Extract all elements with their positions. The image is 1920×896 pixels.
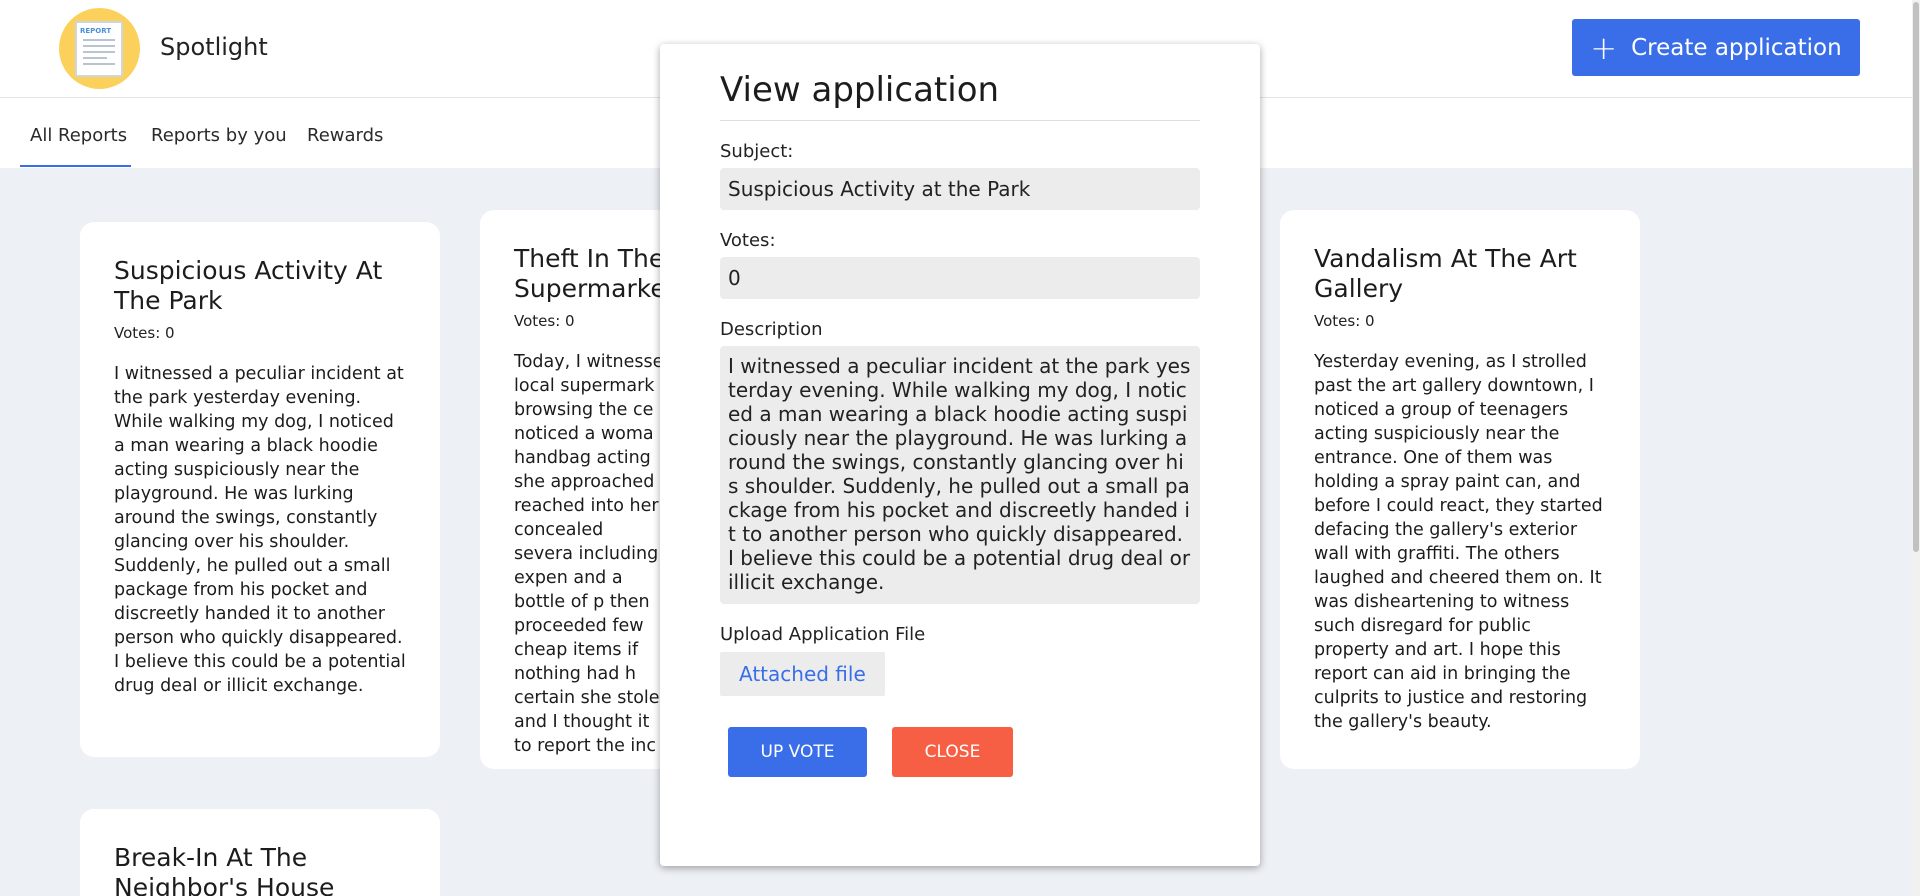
subject-field[interactable]: Suspicious Activity at the Park bbox=[720, 168, 1200, 210]
report-card-description: I witnessed a peculiar incident at the p… bbox=[114, 364, 406, 696]
report-logo-icon[interactable]: REPORT bbox=[59, 8, 140, 89]
report-card-description: Yesterday evening, as I strolled past th… bbox=[1314, 352, 1603, 732]
report-card-description: Today, I witnesse local supermark browsi… bbox=[514, 352, 664, 756]
modal-actions: UP VOTE CLOSE bbox=[728, 727, 1200, 777]
votes-field[interactable]: 0 bbox=[720, 257, 1200, 299]
create-application-label: Create application bbox=[1631, 34, 1842, 61]
plus-icon: + bbox=[1590, 28, 1618, 67]
report-card-votes: Votes: 0 bbox=[114, 324, 175, 342]
scrollbar-thumb[interactable] bbox=[1913, 2, 1919, 552]
report-card-title: Vandalism At The Art Gallery bbox=[1314, 244, 1577, 303]
tab-all-reports[interactable]: All Reports bbox=[30, 125, 127, 146]
upload-file-label: Upload Application File bbox=[720, 624, 926, 645]
tab-rewards[interactable]: Rewards bbox=[307, 125, 383, 146]
modal-title: View application bbox=[720, 70, 1200, 121]
subject-label: Subject: bbox=[720, 141, 794, 162]
report-card[interactable]: Vandalism At The Art Gallery Votes: 0 Ye… bbox=[1280, 210, 1640, 769]
tab-reports-by-you[interactable]: Reports by you bbox=[151, 125, 287, 146]
description-textarea[interactable]: I witnessed a peculiar incident at the p… bbox=[720, 346, 1200, 604]
description-label: Description bbox=[720, 319, 823, 340]
votes-label: Votes: bbox=[720, 230, 776, 251]
report-card-votes: Votes: 0 bbox=[1314, 312, 1375, 330]
report-card[interactable]: Suspicious Activity At The Park Votes: 0… bbox=[80, 222, 440, 757]
close-button[interactable]: CLOSE bbox=[892, 727, 1013, 777]
create-application-button[interactable]: + Create application bbox=[1572, 19, 1860, 76]
upvote-button[interactable]: UP VOTE bbox=[728, 727, 867, 777]
view-application-modal: View application Subject: Suspicious Act… bbox=[660, 44, 1260, 866]
report-card[interactable]: Break-In At The Neighbor's House bbox=[80, 809, 440, 896]
attached-file-link[interactable]: Attached file bbox=[720, 652, 885, 696]
active-tab-indicator bbox=[20, 165, 131, 167]
app-name: Spotlight bbox=[160, 33, 268, 61]
report-card-title: Theft In The Supermarke bbox=[514, 244, 666, 303]
report-card-title: Break-In At The Neighbor's House bbox=[114, 843, 335, 896]
page-scrollbar[interactable] bbox=[1912, 0, 1920, 896]
report-card-title: Suspicious Activity At The Park bbox=[114, 256, 383, 315]
